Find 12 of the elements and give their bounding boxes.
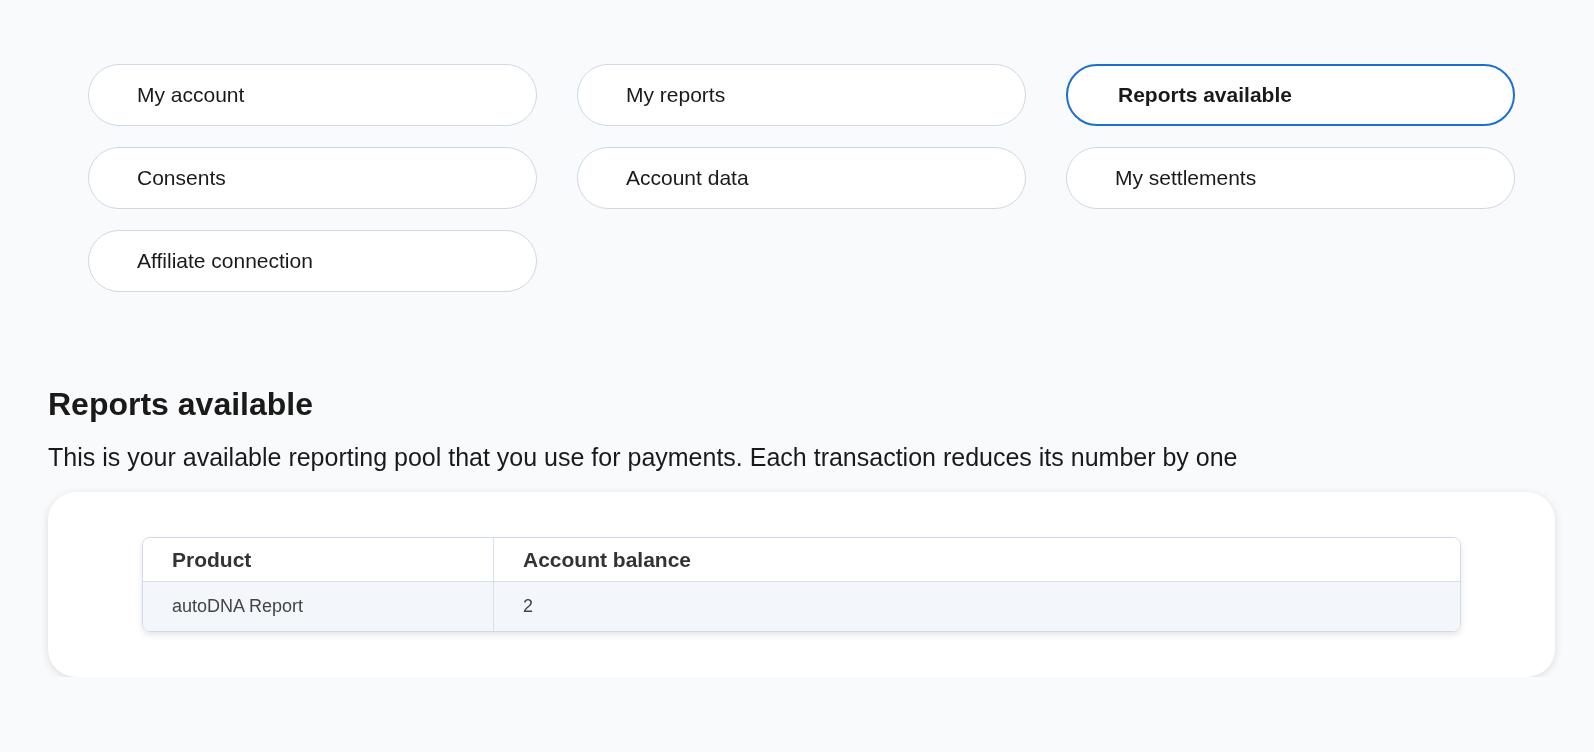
- nav-tab[interactable]: My settlements: [1066, 147, 1515, 209]
- section-title: Reports available: [48, 386, 314, 423]
- nav-tab[interactable]: Affiliate connection: [88, 230, 537, 292]
- nav-tab[interactable]: My reports: [577, 64, 1026, 126]
- nav-tab[interactable]: My account: [88, 64, 537, 126]
- nav-tab[interactable]: Consents: [88, 147, 537, 209]
- nav-tab[interactable]: Account data: [577, 147, 1026, 209]
- table-cell-text: autoDNA Report: [171, 595, 305, 618]
- table-cell: 2: [493, 582, 1460, 631]
- section-description: This is your available reporting pool that you use for payments. Each transaction reduces its number by one: [48, 443, 1239, 472]
- nav-tab[interactable]: Reports available: [1066, 64, 1515, 126]
- column-header: Product: [171, 546, 253, 573]
